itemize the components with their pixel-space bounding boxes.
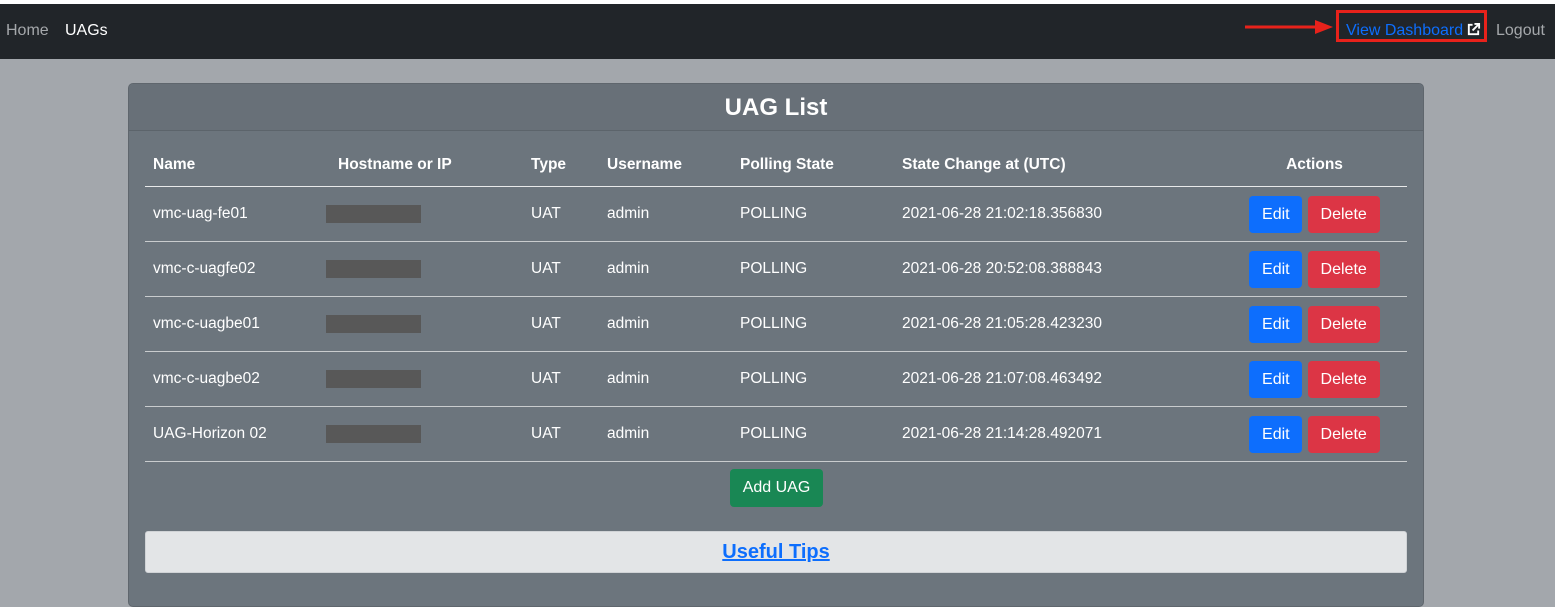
cell-type: UAT	[523, 241, 599, 297]
col-header-username: Username	[599, 144, 732, 187]
redacted-hostname	[326, 369, 421, 388]
table-row: vmc-c-uagbe02 UAT admin POLLING 2021-06-…	[145, 351, 1407, 407]
arrow-right-icon	[1245, 20, 1333, 34]
table-row: UAG-Horizon 02 UAT admin POLLING 2021-06…	[145, 406, 1407, 462]
cell-polling-state: POLLING	[732, 186, 894, 242]
edit-button[interactable]: Edit	[1249, 415, 1303, 453]
cell-name: UAG-Horizon 02	[145, 406, 330, 462]
col-header-polling-state: Polling State	[732, 144, 894, 187]
useful-tips-panel: Useful Tips	[145, 531, 1407, 573]
delete-button[interactable]: Delete	[1307, 360, 1380, 398]
cell-type: UAT	[523, 186, 599, 242]
col-header-hostname: Hostname or IP	[330, 144, 523, 187]
delete-button[interactable]: Delete	[1307, 415, 1380, 453]
cell-username: admin	[599, 406, 732, 462]
cell-type: UAT	[523, 296, 599, 352]
cell-name: vmc-uag-fe01	[145, 186, 330, 242]
cell-name: vmc-c-uagfe02	[145, 241, 330, 297]
col-header-name: Name	[145, 144, 330, 187]
redacted-hostname	[326, 259, 421, 278]
nav-home-link[interactable]: Home	[6, 22, 49, 40]
cell-polling-state: POLLING	[732, 406, 894, 462]
cell-actions: Edit Delete	[1222, 406, 1407, 462]
highlight-box	[1336, 10, 1487, 42]
cell-actions: Edit Delete	[1222, 351, 1407, 407]
nav-uags-link[interactable]: UAGs	[65, 22, 108, 40]
table-row: vmc-uag-fe01 UAT admin POLLING 2021-06-2…	[145, 186, 1407, 242]
edit-button[interactable]: Edit	[1249, 360, 1303, 398]
logout-link[interactable]: Logout	[1496, 22, 1545, 40]
card-title: UAG List	[129, 84, 1423, 131]
cell-state-change: 2021-06-28 21:02:18.356830	[894, 186, 1222, 242]
cell-state-change: 2021-06-28 21:05:28.423230	[894, 296, 1222, 352]
table-row: vmc-c-uagfe02 UAT admin POLLING 2021-06-…	[145, 241, 1407, 297]
cell-actions: Edit Delete	[1222, 186, 1407, 242]
cell-actions: Edit Delete	[1222, 241, 1407, 297]
cell-state-change: 2021-06-28 20:52:08.388843	[894, 241, 1222, 297]
delete-button[interactable]: Delete	[1307, 250, 1380, 288]
cell-state-change: 2021-06-28 21:07:08.463492	[894, 351, 1222, 407]
table-row: vmc-c-uagbe01 UAT admin POLLING 2021-06-…	[145, 296, 1407, 352]
col-header-state-change: State Change at (UTC)	[894, 144, 1222, 187]
cell-name: vmc-c-uagbe02	[145, 351, 330, 407]
redacted-hostname	[326, 204, 421, 223]
add-uag-button[interactable]: Add UAG	[730, 469, 823, 507]
table-header-row: Name Hostname or IP Type Username Pollin…	[145, 144, 1407, 187]
cell-hostname	[326, 241, 523, 297]
edit-button[interactable]: Edit	[1249, 305, 1303, 343]
cell-polling-state: POLLING	[732, 296, 894, 352]
useful-tips-link[interactable]: Useful Tips	[722, 541, 829, 563]
delete-button[interactable]: Delete	[1307, 195, 1380, 233]
cell-type: UAT	[523, 406, 599, 462]
cell-state-change: 2021-06-28 21:14:28.492071	[894, 406, 1222, 462]
edit-button[interactable]: Edit	[1249, 195, 1303, 233]
redacted-hostname	[326, 314, 421, 333]
cell-actions: Edit Delete	[1222, 296, 1407, 352]
cell-hostname	[326, 406, 523, 462]
col-header-actions: Actions	[1222, 144, 1407, 187]
cell-username: admin	[599, 186, 732, 242]
cell-hostname	[326, 296, 523, 352]
uag-table: Name Hostname or IP Type Username Pollin…	[145, 144, 1407, 462]
cell-username: admin	[599, 296, 732, 352]
edit-button[interactable]: Edit	[1249, 250, 1303, 288]
cell-username: admin	[599, 241, 732, 297]
cell-polling-state: POLLING	[732, 351, 894, 407]
uag-list-card: UAG List Name Hostname or IP Type Userna…	[128, 83, 1424, 607]
cell-name: vmc-c-uagbe01	[145, 296, 330, 352]
col-header-type: Type	[523, 144, 599, 187]
delete-button[interactable]: Delete	[1307, 305, 1380, 343]
cell-polling-state: POLLING	[732, 241, 894, 297]
cell-hostname	[326, 351, 523, 407]
cell-username: admin	[599, 351, 732, 407]
cell-type: UAT	[523, 351, 599, 407]
redacted-hostname	[326, 424, 421, 443]
cell-hostname	[326, 186, 523, 242]
